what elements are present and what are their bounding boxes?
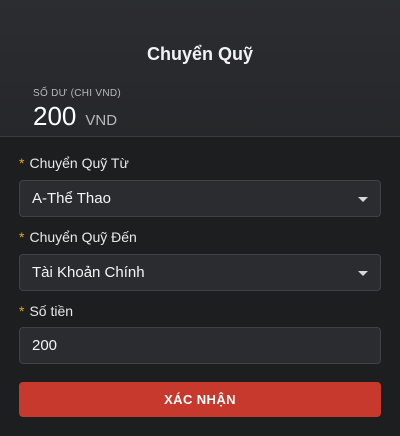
balance-unit: VND — [85, 112, 118, 129]
from-label: * Chuyển Quỹ Từ — [19, 155, 129, 171]
to-label-text: Chuyển Quỹ Đến — [29, 229, 137, 245]
from-select[interactable]: A-Thể Thao — [19, 180, 381, 217]
caret-down-icon — [358, 271, 368, 276]
amount-input[interactable]: 200 — [19, 327, 381, 364]
required-marker: * — [19, 229, 25, 245]
to-select[interactable]: Tài Khoản Chính — [19, 254, 381, 291]
balance-header: Chuyển Quỹ SỐ DƯ (CHI VND) 200 VND — [0, 0, 400, 137]
amount-input-value: 200 — [32, 337, 58, 354]
caret-down-icon — [358, 197, 368, 202]
required-marker: * — [19, 303, 25, 319]
to-label: * Chuyển Quỹ Đến — [19, 229, 137, 245]
balance-amount: 200 — [33, 101, 77, 131]
from-label-text: Chuyển Quỹ Từ — [29, 155, 129, 171]
balance-display: 200 VND — [33, 101, 117, 132]
page-title: Chuyển Quỹ — [146, 44, 253, 64]
amount-label-text: Số tiền — [29, 303, 74, 319]
confirm-button[interactable]: XÁC NHẬN — [19, 382, 381, 417]
required-marker: * — [19, 155, 25, 171]
balance-label: SỐ DƯ (CHI VND) — [33, 88, 122, 99]
from-select-value: A-Thể Thao — [32, 190, 111, 207]
to-select-value: Tài Khoản Chính — [32, 264, 145, 281]
amount-label: * Số tiền — [19, 303, 73, 319]
